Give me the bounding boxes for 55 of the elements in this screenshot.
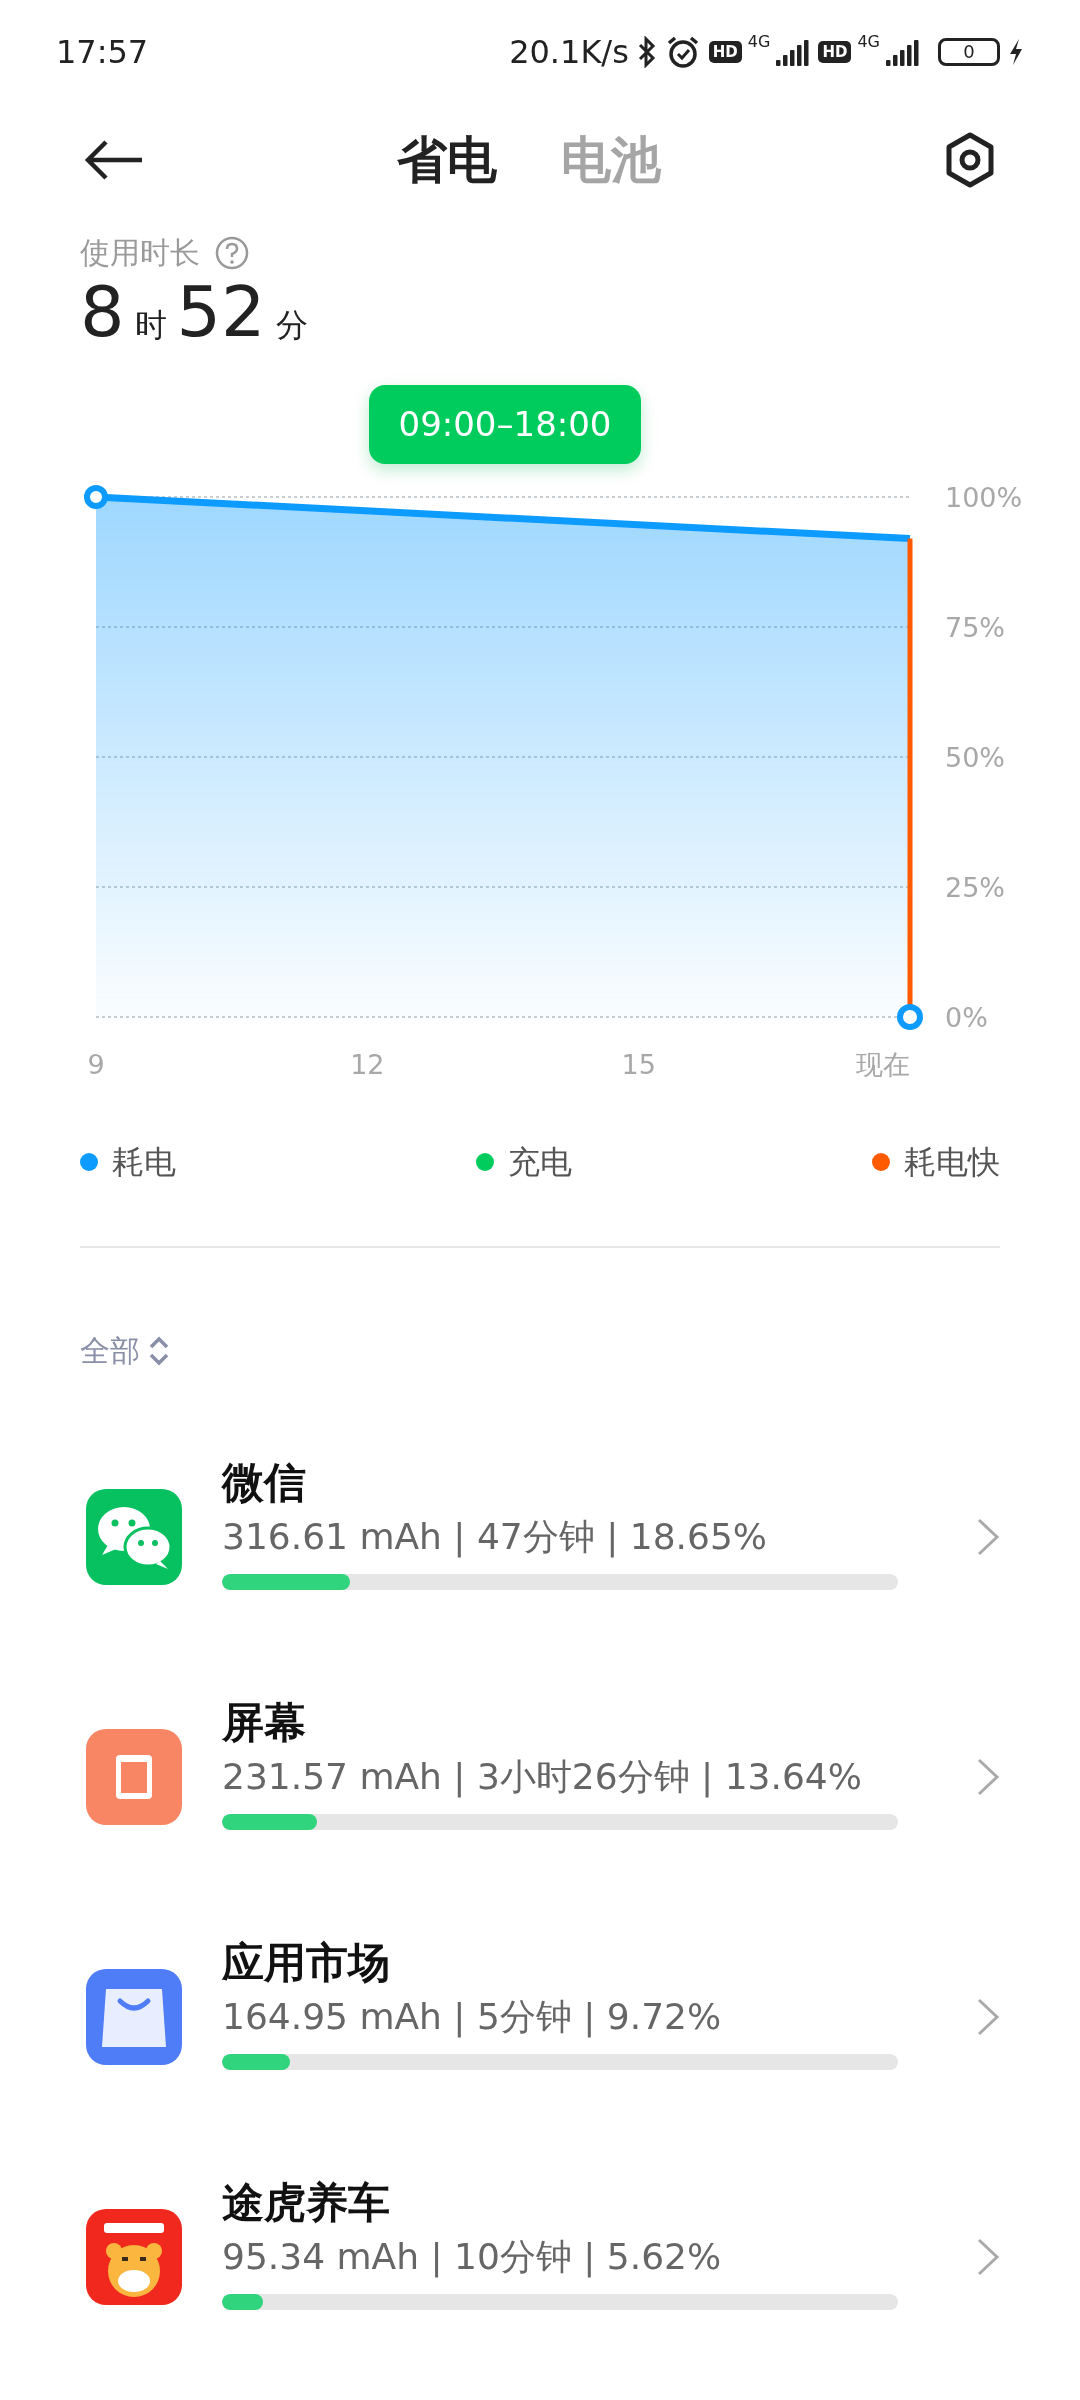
bluetooth-icon <box>636 36 657 68</box>
hd-badge: HD <box>818 41 852 63</box>
chevron-right-icon <box>976 2237 1000 2277</box>
legend-label: 耗电 <box>112 1142 176 1183</box>
signal-icon <box>886 38 920 66</box>
chevron-right-icon <box>976 1757 1000 1797</box>
network-type: 4G <box>747 34 771 50</box>
y-axis-label: 25% <box>945 872 1005 903</box>
network-type: 4G <box>857 34 880 50</box>
phone-screen-icon <box>86 1729 182 1825</box>
now-point-marker <box>897 1004 923 1030</box>
settings-icon[interactable] <box>944 132 996 188</box>
start-point-marker <box>84 485 108 509</box>
help-icon[interactable] <box>214 234 250 271</box>
usage-hours: 8 <box>80 277 125 347</box>
hd-badge: HD <box>708 41 742 63</box>
app-usage-row[interactable]: 途虎养车 95.34 mAh | 10分钟 | 5.62% <box>0 2137 1080 2377</box>
charging-bolt-icon <box>1008 38 1024 66</box>
app-name: 屏幕 <box>222 1697 307 1749</box>
legend-label: 耗电快 <box>904 1142 1000 1183</box>
app-name: 应用市场 <box>222 1937 391 1989</box>
chat-bubbles-icon <box>86 1489 182 1585</box>
status-time: 17:57 <box>56 32 149 73</box>
y-axis-label: 50% <box>945 742 1005 773</box>
sort-chevrons-icon <box>148 1334 170 1367</box>
battery-indicator: 0 <box>938 38 1000 66</box>
y-axis-label: 100% <box>945 482 1023 513</box>
legend-label: 充电 <box>508 1142 572 1183</box>
header-tab[interactable]: 省电 <box>397 122 497 198</box>
usage-minutes: 52 <box>176 277 266 347</box>
app-usage-row[interactable]: 微信 316.61 mAh | 47分钟 | 18.65% <box>0 1417 1080 1657</box>
shopping-bag-icon <box>86 1969 182 2065</box>
hours-unit: 时 <box>134 305 167 346</box>
y-axis-label: 0% <box>945 1002 988 1033</box>
chevron-right-icon <box>976 1997 1000 2037</box>
network-speed: 20.1K/s <box>509 32 629 73</box>
x-axis-label: 9 <box>87 1049 105 1080</box>
app-usage-row[interactable]: 应用市场 164.95 mAh | 5分钟 | 9.72% <box>0 1897 1080 2137</box>
app-name: 微信 <box>222 1457 307 1509</box>
x-axis-label: 现在 <box>856 1049 910 1080</box>
app-usage-detail: 231.57 mAh | 3小时26分钟 | 13.64% <box>222 1755 863 1800</box>
time-range-badge: 09:00–18:00 <box>368 385 642 464</box>
chevron-right-icon <box>976 1517 1000 1557</box>
app-usage-detail: 316.61 mAh | 47分钟 | 18.65% <box>222 1515 769 1560</box>
back-arrow-icon[interactable] <box>84 140 144 180</box>
app-usage-row[interactable]: 屏幕 231.57 mAh | 3小时26分钟 | 13.64% <box>0 1657 1080 1897</box>
app-usage-detail: 164.95 mAh | 5分钟 | 9.72% <box>222 1995 723 2040</box>
minutes-unit: 分 <box>275 305 308 346</box>
signal-icon <box>776 38 811 66</box>
x-axis-label: 12 <box>350 1049 385 1080</box>
app-usage-detail: 95.34 mAh | 10分钟 | 5.62% <box>222 2235 723 2280</box>
y-axis-label: 75% <box>945 612 1005 643</box>
app-name: 途虎养车 <box>222 2177 391 2229</box>
x-axis-label: 15 <box>621 1049 656 1080</box>
usage-duration-label: 使用时长 <box>80 234 200 272</box>
